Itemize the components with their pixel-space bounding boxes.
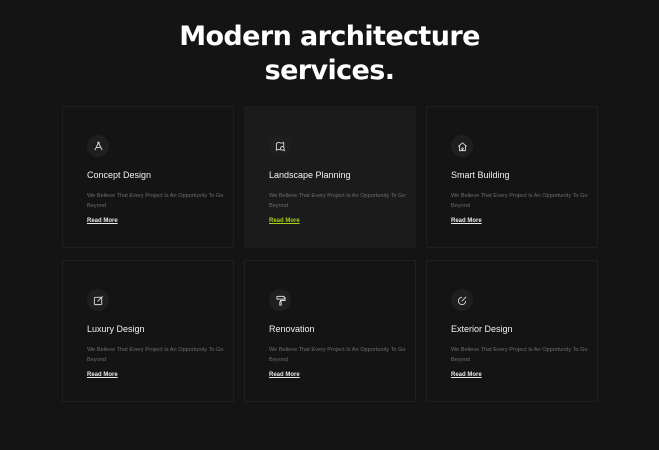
service-description: We Believe That Every Project Is An Oppo…	[87, 347, 224, 363]
service-card-landscape-planning: Landscape Planning We Believe That Every…	[244, 106, 416, 248]
service-description: We Believe That Every Project Is An Oppo…	[269, 193, 406, 209]
read-more-link[interactable]: Read More	[87, 218, 118, 224]
service-card-luxury-design: Luxury Design We Believe That Every Proj…	[62, 260, 234, 402]
heading-line-2: services.	[264, 55, 395, 86]
service-card-concept-design: Concept Design We Believe That Every Pro…	[62, 106, 234, 248]
service-description: We Believe That Every Project Is An Oppo…	[269, 347, 406, 363]
service-description: We Believe That Every Project Is An Oppo…	[451, 193, 588, 209]
service-card-smart-building: Smart Building We Believe That Every Pro…	[426, 106, 598, 248]
paint-roller-icon	[269, 289, 291, 311]
read-more-link[interactable]: Read More	[269, 218, 300, 224]
service-title: Landscape Planning	[269, 170, 351, 180]
service-card-exterior-design: Exterior Design We Believe That Every Pr…	[426, 260, 598, 402]
read-more-link[interactable]: Read More	[451, 218, 482, 224]
services-grid: Concept Design We Believe That Every Pro…	[62, 106, 598, 402]
map-search-icon	[269, 135, 291, 157]
heading-line-1: Modern architecture	[179, 21, 480, 52]
edit-circle-icon	[451, 289, 473, 311]
compass-ruler-icon	[87, 135, 109, 157]
read-more-link[interactable]: Read More	[269, 372, 300, 378]
service-description: We Believe That Every Project Is An Oppo…	[451, 347, 588, 363]
read-more-link[interactable]: Read More	[451, 372, 482, 378]
read-more-link[interactable]: Read More	[87, 372, 118, 378]
service-title: Concept Design	[87, 170, 152, 180]
service-card-renovation: Renovation We Believe That Every Project…	[244, 260, 416, 402]
service-title: Smart Building	[451, 170, 510, 180]
smart-home-icon	[451, 135, 473, 157]
service-description: We Believe That Every Project Is An Oppo…	[87, 193, 224, 209]
service-title: Luxury Design	[87, 324, 145, 334]
service-title: Exterior Design	[451, 324, 513, 334]
pencil-square-icon	[87, 289, 109, 311]
section-heading: Modern architecture services.	[0, 20, 659, 88]
service-title: Renovation	[269, 324, 315, 334]
services-section: Modern architecture services. Concept De…	[0, 0, 659, 450]
